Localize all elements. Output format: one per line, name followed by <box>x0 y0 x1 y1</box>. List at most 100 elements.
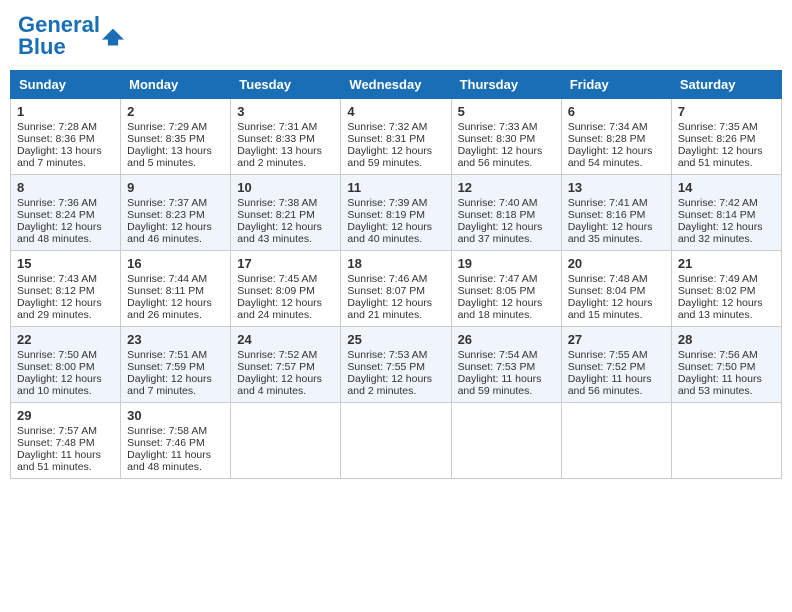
page-header: GeneralBlue <box>10 10 782 62</box>
calendar-cell <box>561 403 671 479</box>
daylight-text: Daylight: 13 hours and 5 minutes. <box>127 145 224 169</box>
sunrise-text: Sunrise: 7:37 AM <box>127 197 224 209</box>
daylight-text: Daylight: 12 hours and 24 minutes. <box>237 297 334 321</box>
calendar-cell: 7Sunrise: 7:35 AMSunset: 8:26 PMDaylight… <box>671 99 781 175</box>
sunrise-text: Sunrise: 7:31 AM <box>237 121 334 133</box>
calendar-cell: 10Sunrise: 7:38 AMSunset: 8:21 PMDayligh… <box>231 175 341 251</box>
daylight-text: Daylight: 13 hours and 7 minutes. <box>17 145 114 169</box>
calendar-cell: 9Sunrise: 7:37 AMSunset: 8:23 PMDaylight… <box>121 175 231 251</box>
sunrise-text: Sunrise: 7:51 AM <box>127 349 224 361</box>
day-number: 11 <box>347 180 444 195</box>
sunset-text: Sunset: 8:07 PM <box>347 285 444 297</box>
logo-text: GeneralBlue <box>18 14 100 58</box>
sunrise-text: Sunrise: 7:36 AM <box>17 197 114 209</box>
calendar-cell: 26Sunrise: 7:54 AMSunset: 7:53 PMDayligh… <box>451 327 561 403</box>
day-number: 16 <box>127 256 224 271</box>
col-header-tuesday: Tuesday <box>231 71 341 99</box>
day-number: 9 <box>127 180 224 195</box>
sunrise-text: Sunrise: 7:35 AM <box>678 121 775 133</box>
day-number: 8 <box>17 180 114 195</box>
day-number: 1 <box>17 104 114 119</box>
sunset-text: Sunset: 8:14 PM <box>678 209 775 221</box>
sunset-text: Sunset: 8:00 PM <box>17 361 114 373</box>
col-header-saturday: Saturday <box>671 71 781 99</box>
calendar-cell: 13Sunrise: 7:41 AMSunset: 8:16 PMDayligh… <box>561 175 671 251</box>
calendar-cell <box>341 403 451 479</box>
sunrise-text: Sunrise: 7:57 AM <box>17 425 114 437</box>
sunrise-text: Sunrise: 7:46 AM <box>347 273 444 285</box>
calendar-cell: 4Sunrise: 7:32 AMSunset: 8:31 PMDaylight… <box>341 99 451 175</box>
calendar-cell: 24Sunrise: 7:52 AMSunset: 7:57 PMDayligh… <box>231 327 341 403</box>
sunset-text: Sunset: 8:31 PM <box>347 133 444 145</box>
sunset-text: Sunset: 8:30 PM <box>458 133 555 145</box>
sunrise-text: Sunrise: 7:48 AM <box>568 273 665 285</box>
calendar-cell <box>451 403 561 479</box>
daylight-text: Daylight: 12 hours and 59 minutes. <box>347 145 444 169</box>
calendar-cell: 2Sunrise: 7:29 AMSunset: 8:35 PMDaylight… <box>121 99 231 175</box>
calendar-cell: 28Sunrise: 7:56 AMSunset: 7:50 PMDayligh… <box>671 327 781 403</box>
sunrise-text: Sunrise: 7:33 AM <box>458 121 555 133</box>
sunrise-text: Sunrise: 7:45 AM <box>237 273 334 285</box>
calendar-cell <box>231 403 341 479</box>
calendar-cell: 30Sunrise: 7:58 AMSunset: 7:46 PMDayligh… <box>121 403 231 479</box>
sunrise-text: Sunrise: 7:44 AM <box>127 273 224 285</box>
daylight-text: Daylight: 12 hours and 21 minutes. <box>347 297 444 321</box>
daylight-text: Daylight: 12 hours and 43 minutes. <box>237 221 334 245</box>
daylight-text: Daylight: 12 hours and 40 minutes. <box>347 221 444 245</box>
day-number: 10 <box>237 180 334 195</box>
daylight-text: Daylight: 12 hours and 7 minutes. <box>127 373 224 397</box>
sunrise-text: Sunrise: 7:50 AM <box>17 349 114 361</box>
sunset-text: Sunset: 8:18 PM <box>458 209 555 221</box>
sunrise-text: Sunrise: 7:42 AM <box>678 197 775 209</box>
sunrise-text: Sunrise: 7:47 AM <box>458 273 555 285</box>
calendar-cell: 14Sunrise: 7:42 AMSunset: 8:14 PMDayligh… <box>671 175 781 251</box>
daylight-text: Daylight: 11 hours and 53 minutes. <box>678 373 775 397</box>
day-number: 12 <box>458 180 555 195</box>
daylight-text: Daylight: 12 hours and 13 minutes. <box>678 297 775 321</box>
daylight-text: Daylight: 12 hours and 35 minutes. <box>568 221 665 245</box>
day-number: 22 <box>17 332 114 347</box>
calendar-table: SundayMondayTuesdayWednesdayThursdayFrid… <box>10 70 782 479</box>
day-number: 13 <box>568 180 665 195</box>
sunset-text: Sunset: 7:53 PM <box>458 361 555 373</box>
sunset-text: Sunset: 8:11 PM <box>127 285 224 297</box>
day-number: 24 <box>237 332 334 347</box>
calendar-cell: 23Sunrise: 7:51 AMSunset: 7:59 PMDayligh… <box>121 327 231 403</box>
daylight-text: Daylight: 12 hours and 26 minutes. <box>127 297 224 321</box>
sunrise-text: Sunrise: 7:28 AM <box>17 121 114 133</box>
day-number: 7 <box>678 104 775 119</box>
calendar-cell: 19Sunrise: 7:47 AMSunset: 8:05 PMDayligh… <box>451 251 561 327</box>
daylight-text: Daylight: 12 hours and 2 minutes. <box>347 373 444 397</box>
day-number: 21 <box>678 256 775 271</box>
calendar-cell: 20Sunrise: 7:48 AMSunset: 8:04 PMDayligh… <box>561 251 671 327</box>
sunrise-text: Sunrise: 7:53 AM <box>347 349 444 361</box>
logo: GeneralBlue <box>18 14 124 58</box>
calendar-cell: 21Sunrise: 7:49 AMSunset: 8:02 PMDayligh… <box>671 251 781 327</box>
sunrise-text: Sunrise: 7:49 AM <box>678 273 775 285</box>
calendar-cell: 12Sunrise: 7:40 AMSunset: 8:18 PMDayligh… <box>451 175 561 251</box>
sunset-text: Sunset: 7:46 PM <box>127 437 224 449</box>
sunset-text: Sunset: 7:52 PM <box>568 361 665 373</box>
sunset-text: Sunset: 8:28 PM <box>568 133 665 145</box>
sunrise-text: Sunrise: 7:54 AM <box>458 349 555 361</box>
daylight-text: Daylight: 11 hours and 56 minutes. <box>568 373 665 397</box>
daylight-text: Daylight: 12 hours and 56 minutes. <box>458 145 555 169</box>
col-header-monday: Monday <box>121 71 231 99</box>
sunset-text: Sunset: 8:33 PM <box>237 133 334 145</box>
sunset-text: Sunset: 8:35 PM <box>127 133 224 145</box>
calendar-cell: 18Sunrise: 7:46 AMSunset: 8:07 PMDayligh… <box>341 251 451 327</box>
day-number: 15 <box>17 256 114 271</box>
daylight-text: Daylight: 12 hours and 10 minutes. <box>17 373 114 397</box>
calendar-cell: 25Sunrise: 7:53 AMSunset: 7:55 PMDayligh… <box>341 327 451 403</box>
calendar-cell: 5Sunrise: 7:33 AMSunset: 8:30 PMDaylight… <box>451 99 561 175</box>
sunrise-text: Sunrise: 7:41 AM <box>568 197 665 209</box>
calendar-week-3: 15Sunrise: 7:43 AMSunset: 8:12 PMDayligh… <box>11 251 782 327</box>
col-header-friday: Friday <box>561 71 671 99</box>
day-number: 25 <box>347 332 444 347</box>
calendar-week-1: 1Sunrise: 7:28 AMSunset: 8:36 PMDaylight… <box>11 99 782 175</box>
calendar-cell: 11Sunrise: 7:39 AMSunset: 8:19 PMDayligh… <box>341 175 451 251</box>
daylight-text: Daylight: 11 hours and 48 minutes. <box>127 449 224 473</box>
sunset-text: Sunset: 8:12 PM <box>17 285 114 297</box>
daylight-text: Daylight: 11 hours and 51 minutes. <box>17 449 114 473</box>
day-number: 28 <box>678 332 775 347</box>
